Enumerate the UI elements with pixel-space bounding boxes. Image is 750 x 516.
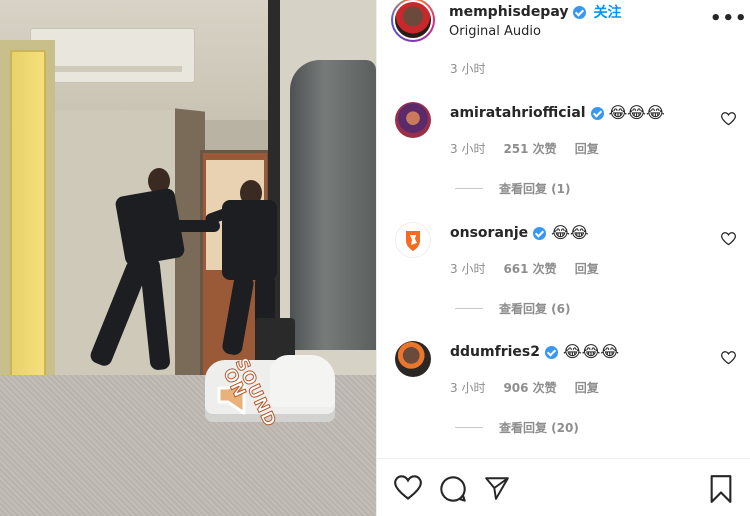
author-row: memphisdepay 关注 bbox=[449, 2, 621, 22]
verified-badge-icon bbox=[533, 226, 547, 240]
comment-username[interactable]: amiratahriofficial bbox=[450, 105, 586, 121]
verified-badge-icon bbox=[590, 106, 604, 120]
reply-button[interactable]: 回复 bbox=[575, 140, 599, 157]
comment-avatar[interactable] bbox=[395, 102, 431, 138]
comment-likes[interactable]: 661 次赞 bbox=[503, 260, 556, 277]
view-replies-button[interactable]: 查看回复 (6) bbox=[455, 300, 571, 317]
comment-likes[interactable]: 251 次赞 bbox=[503, 140, 556, 157]
view-replies-label: 查看回复 (1) bbox=[499, 182, 571, 196]
comment-text: 😂😂😂 bbox=[608, 103, 665, 122]
comment-time: 3 小时 bbox=[450, 262, 486, 276]
verified-badge-icon bbox=[573, 5, 587, 19]
orange-lion-logo-icon bbox=[406, 231, 420, 251]
comment-heart-icon[interactable] bbox=[721, 232, 736, 246]
follow-button[interactable]: 关注 bbox=[593, 2, 621, 22]
comment-icon[interactable] bbox=[439, 475, 467, 503]
hanging-coat bbox=[290, 60, 376, 350]
view-replies-label: 查看回复 (20) bbox=[499, 421, 579, 435]
post-video[interactable]: SOUND ON bbox=[0, 0, 376, 516]
comment-text-row: amiratahriofficial 😂😂😂 bbox=[450, 104, 665, 122]
comment-avatar[interactable] bbox=[395, 341, 431, 377]
comment-heart-icon[interactable] bbox=[721, 351, 736, 365]
verified-badge-icon bbox=[544, 345, 558, 359]
bookmark-icon[interactable] bbox=[708, 475, 734, 503]
comment-username[interactable]: ddumfries2 bbox=[450, 344, 540, 360]
caption-timestamp: 3 小时 bbox=[450, 62, 486, 76]
comment-time: 3 小时 bbox=[450, 142, 486, 156]
comment-meta: 3 小时 251 次赞 回复 bbox=[450, 140, 599, 157]
door-left bbox=[10, 50, 46, 380]
send-icon[interactable] bbox=[483, 475, 511, 501]
author-avatar[interactable] bbox=[391, 0, 435, 42]
comment-username[interactable]: onsoranje bbox=[450, 225, 528, 241]
audio-link[interactable]: Original Audio bbox=[449, 24, 541, 39]
action-bar bbox=[377, 458, 750, 516]
author-username[interactable]: memphisdepay bbox=[449, 4, 568, 20]
replies-divider bbox=[455, 427, 483, 428]
replies-divider bbox=[455, 188, 483, 189]
view-replies-button[interactable]: 查看回复 (20) bbox=[455, 419, 579, 436]
comment-text: 😂😂😂 bbox=[562, 342, 620, 361]
reply-button[interactable]: 回复 bbox=[575, 379, 599, 396]
post-header: memphisdepay 关注 Original Audio ••• bbox=[377, 0, 750, 44]
view-replies-button[interactable]: 查看回复 (1) bbox=[455, 180, 571, 197]
comment-text-row: onsoranje 😂😂 bbox=[450, 224, 589, 242]
comment-text: 😂😂 bbox=[551, 223, 589, 242]
replies-divider bbox=[455, 308, 483, 309]
sound-on-badge[interactable]: SOUND ON bbox=[212, 352, 292, 432]
comment-heart-icon[interactable] bbox=[721, 112, 736, 126]
comment-meta: 3 小时 906 次赞 回复 bbox=[450, 379, 599, 396]
comment-meta: 3 小时 661 次赞 回复 bbox=[450, 260, 599, 277]
comment-text-row: ddumfries2 😂😂😂 bbox=[450, 343, 619, 361]
comment-likes[interactable]: 906 次赞 bbox=[503, 379, 556, 396]
view-replies-label: 查看回复 (6) bbox=[499, 302, 571, 316]
comment-avatar[interactable] bbox=[395, 222, 431, 258]
post-panel: memphisdepay 关注 Original Audio ••• 3 小时 … bbox=[376, 0, 750, 516]
reply-button[interactable]: 回复 bbox=[575, 260, 599, 277]
more-horizontal-icon[interactable]: ••• bbox=[710, 8, 748, 29]
heart-icon[interactable] bbox=[394, 475, 422, 501]
comment-time: 3 小时 bbox=[450, 381, 486, 395]
